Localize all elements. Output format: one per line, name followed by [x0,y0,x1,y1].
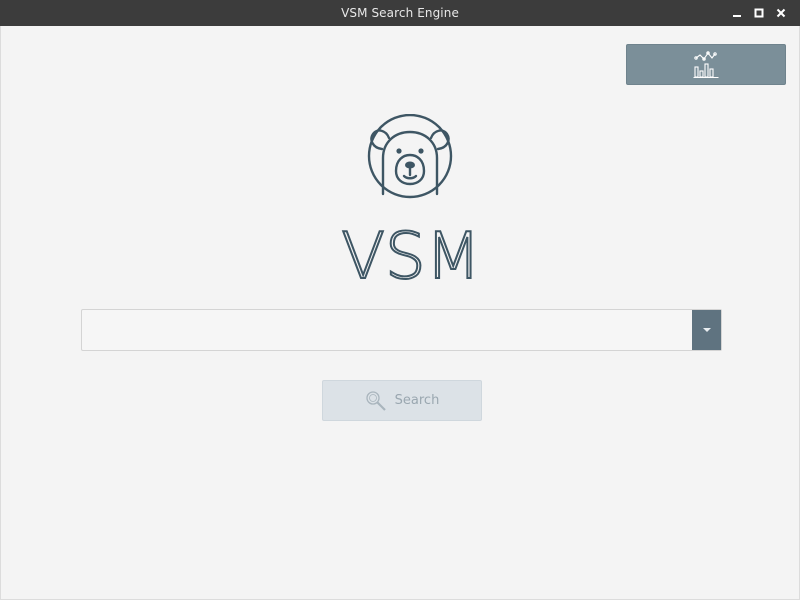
search-button[interactable]: Search [322,380,482,421]
minimize-button[interactable] [728,4,746,22]
bar-chart-icon [693,50,719,78]
maximize-icon [754,8,764,18]
history-dropdown-button[interactable] [692,310,721,350]
logo-text: VSM [341,220,481,284]
search-combobox[interactable] [81,309,722,351]
chevron-down-icon [702,328,711,332]
search-button-label: Search [394,393,440,408]
title-bar: VSM Search Engine [0,0,800,26]
app-logo: VSM [340,113,482,295]
statistics-button[interactable] [626,44,786,85]
main-content: VSM Search [0,26,800,600]
magnifier-icon [365,390,387,412]
app-window: VSM Search Engine VSM Search [0,0,800,600]
bear-icon: VSM [340,113,482,295]
close-icon [776,8,786,18]
maximize-button[interactable] [750,4,768,22]
search-input[interactable] [82,310,692,350]
close-button[interactable] [772,4,790,22]
window-title: VSM Search Engine [341,6,459,20]
minimize-icon [733,15,741,17]
